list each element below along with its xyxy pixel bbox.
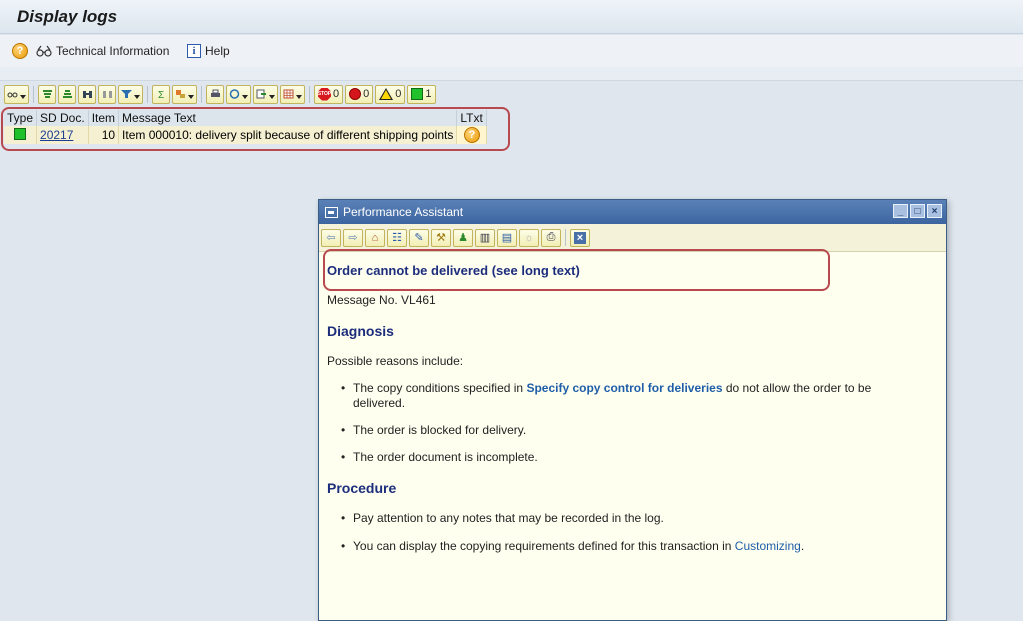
message-number: Message No. VL461 [327,293,436,307]
sort-ascending-icon [42,90,52,98]
help-circle-button[interactable]: ? [12,41,28,61]
filter-aborts-button[interactable]: 0 [345,84,374,104]
subtotal-button[interactable] [172,84,197,104]
procedure-heading: Procedure [327,480,397,496]
technical-information-button[interactable]: Technical Information [36,41,169,61]
home-icon: ⌂ [371,231,379,244]
hierarchy-icon: ☷ [392,232,402,244]
book-button[interactable]: ▥ [475,228,495,247]
sort-ascending-button[interactable] [38,84,56,104]
close-icon: × [573,231,587,244]
glasses-icon [7,92,18,98]
red-light-icon [349,88,362,100]
printer-icon: ⎙ [546,231,556,243]
filter-button[interactable] [118,84,143,104]
warning-icon [379,88,394,100]
performance-assistant-title: Performance Assistant [343,205,464,219]
technical-information-label: Technical Information [56,44,170,58]
help-label: Help [205,44,230,58]
edit-button[interactable]: ✎ [409,228,429,247]
filter-success-button[interactable]: 1 [407,84,436,104]
diagnosis-bullet-2: The order is blocked for delivery. [341,423,913,438]
title-bar: Display logs [0,0,1023,34]
error-count: 0 [333,88,340,100]
find-next-button[interactable] [98,84,116,104]
svg-text:Σ: Σ [158,90,164,99]
total-button[interactable]: Σ [152,84,170,104]
printer-icon [210,89,220,97]
bullet-1-text-start: The copy conditions specified in [353,381,527,395]
filter-warnings-button[interactable]: 0 [375,84,406,104]
find-button[interactable] [78,84,96,104]
views-button[interactable] [226,84,251,104]
divider-strip [0,67,1023,81]
hint-button[interactable]: ☼ [519,228,539,247]
alv-toolbar: Σ STOP 0 0 0 1 [4,84,438,104]
green-light-icon [411,88,424,100]
export-icon [256,89,266,99]
performance-assistant-titlebar[interactable]: Performance Assistant _ □ × [319,200,946,224]
application-toolbar: ? Technical Information i Help [0,35,1023,67]
abort-count: 0 [363,88,370,100]
arrow-left-icon: ⇦ [326,232,336,244]
grid-highlight-box [1,107,510,151]
sum-icon: Σ [158,90,164,99]
page-title: Display logs [17,7,118,26]
performance-assistant-window: Performance Assistant _ □ × ⇦ ⇨ ⌂ ☷ ✎ ⚒ … [318,199,947,621]
diagnosis-bullet-1: The copy conditions specified in Specify… [341,381,913,411]
close-button[interactable]: × [927,204,942,218]
proc-bullet-2-text-end: . [800,539,805,553]
success-count: 1 [425,88,432,100]
window-icon [325,206,338,218]
sort-descending-icon [62,90,72,98]
subtotal-icon [176,90,185,98]
views-icon [229,89,240,99]
warning-count: 0 [395,88,402,100]
filter-errors-button[interactable]: STOP 0 [314,84,344,104]
home-button[interactable]: ⌂ [365,228,385,247]
person-icon: ♟ [458,232,468,244]
export-button[interactable] [253,84,278,104]
close-assistant-button[interactable]: × [570,228,590,247]
pencil-icon: ✎ [414,232,424,244]
user-button[interactable]: ♟ [453,228,473,247]
filter-icon [121,90,132,98]
question-icon: ? [12,43,28,59]
book-icon: ▥ [479,232,491,244]
wand-icon: ⚒ [436,232,446,244]
customizing-link[interactable]: Customizing [735,539,801,553]
diagnosis-intro: Possible reasons include: [327,354,464,368]
print-button-pa[interactable]: ⎙ [541,228,561,247]
performance-assistant-toolbar: ⇦ ⇨ ⌂ ☷ ✎ ⚒ ♟ ▥ ▤ ☼ ⎙ × [319,224,946,252]
procedure-bullet-2: You can display the copying requirements… [341,539,913,554]
info-icon: i [187,44,201,58]
binoculars-icon [82,91,92,98]
help-button[interactable]: i Help [187,41,230,61]
notes-button[interactable]: ▤ [497,228,517,247]
procedure-bullet-1: Pay attention to any notes that may be r… [341,511,913,526]
specify-copy-control-link[interactable]: Specify copy control for deliveries [526,381,722,395]
sort-descending-button[interactable] [58,84,76,104]
glasses-icon [36,45,52,57]
layout-button[interactable] [280,84,305,104]
note-icon: ▤ [501,232,513,244]
find-next-icon [102,91,112,98]
layout-grid-icon [283,89,294,99]
back-button[interactable]: ⇦ [321,228,341,247]
stop-icon: STOP [318,87,331,101]
diagnosis-bullet-3: The order document is incomplete. [341,450,913,465]
maximize-button[interactable]: □ [910,204,925,218]
details-button[interactable] [4,84,29,104]
lightbulb-icon: ☼ [523,231,535,244]
structure-button[interactable]: ☷ [387,228,407,247]
technical-info-button[interactable]: ⚒ [431,228,451,247]
proc-bullet-2-text-start: You can display the copying requirements… [353,539,735,553]
forward-button[interactable]: ⇨ [343,228,363,247]
message-heading: Order cannot be delivered (see long text… [327,263,580,278]
minimize-button[interactable]: _ [893,204,908,218]
print-button[interactable] [206,84,224,104]
diagnosis-heading: Diagnosis [327,323,394,339]
arrow-right-icon: ⇨ [348,232,358,244]
